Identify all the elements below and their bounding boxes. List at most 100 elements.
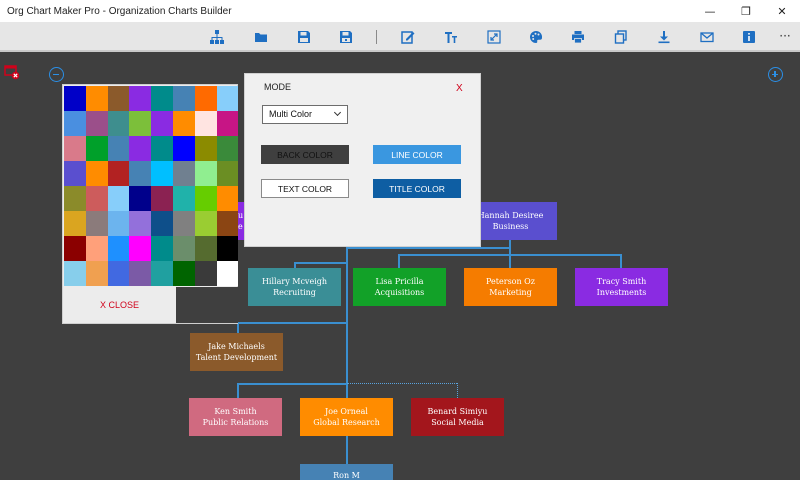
color-swatch[interactable] [64, 211, 86, 236]
save-as-icon[interactable] [336, 27, 356, 47]
node-ken[interactable]: Ken Smith Public Relations [189, 398, 282, 436]
mail-icon[interactable] [697, 27, 717, 47]
color-swatch[interactable] [85, 186, 108, 211]
color-swatch[interactable] [129, 111, 152, 136]
color-swatch[interactable] [172, 186, 195, 211]
color-swatch[interactable] [194, 236, 217, 261]
color-swatch[interactable] [64, 86, 86, 111]
color-swatch[interactable] [194, 136, 217, 161]
color-swatch[interactable] [85, 211, 108, 236]
color-swatch[interactable] [194, 161, 217, 186]
zoom-in-button[interactable] [768, 67, 783, 82]
color-swatch[interactable] [107, 261, 130, 286]
color-swatch[interactable] [172, 136, 195, 161]
open-folder-icon[interactable] [251, 27, 271, 47]
color-swatch[interactable] [129, 261, 152, 286]
node-hillary[interactable]: Hillary Mcveigh Recruiting [248, 268, 341, 306]
color-swatch[interactable] [64, 261, 86, 286]
info-icon[interactable] [739, 27, 759, 47]
color-swatch[interactable] [85, 161, 108, 186]
color-swatch[interactable] [129, 161, 152, 186]
save-icon[interactable] [294, 27, 314, 47]
color-swatch[interactable] [194, 211, 217, 236]
minimize-button[interactable]: — [692, 0, 728, 22]
color-swatch[interactable] [194, 111, 217, 136]
color-swatch[interactable] [172, 161, 195, 186]
color-swatch[interactable] [216, 186, 239, 211]
color-swatch[interactable] [129, 211, 152, 236]
resize-icon[interactable] [484, 27, 504, 47]
back-color-button[interactable]: BACK COLOR [261, 145, 349, 164]
color-swatch[interactable] [107, 186, 130, 211]
color-swatch[interactable] [107, 236, 130, 261]
color-swatch[interactable] [85, 86, 108, 111]
color-swatch[interactable] [107, 161, 130, 186]
color-swatch[interactable] [64, 161, 86, 186]
color-swatch[interactable] [216, 261, 239, 286]
color-swatch[interactable] [64, 136, 86, 161]
text-format-icon[interactable] [441, 27, 461, 47]
color-swatch[interactable] [172, 261, 195, 286]
node-tracy[interactable]: Tracy Smith Investments [575, 268, 668, 306]
color-swatch[interactable] [151, 236, 173, 261]
mode-select[interactable]: Multi Color [262, 105, 348, 124]
restore-button[interactable]: ❐ [728, 0, 764, 22]
color-swatch[interactable] [172, 211, 195, 236]
color-swatch[interactable] [107, 86, 130, 111]
color-swatch[interactable] [85, 136, 108, 161]
node-peterson[interactable]: Peterson Oz Marketing [464, 268, 557, 306]
node-joe[interactable]: Joe Orneal Global Research [300, 398, 393, 436]
close-window-button[interactable]: ✕ [764, 0, 800, 22]
color-swatch[interactable] [151, 136, 173, 161]
color-swatch[interactable] [107, 211, 130, 236]
color-swatch[interactable] [151, 86, 173, 111]
edit-icon[interactable] [398, 27, 418, 47]
color-swatch[interactable] [85, 236, 108, 261]
color-swatch[interactable] [107, 111, 130, 136]
color-swatch[interactable] [172, 111, 195, 136]
picker-close-button[interactable]: X CLOSE [63, 287, 176, 323]
download-icon[interactable] [654, 27, 674, 47]
color-swatch[interactable] [151, 261, 173, 286]
node-partial-bottom[interactable]: Ron M [300, 464, 393, 480]
more-options-button[interactable]: ··· [776, 27, 794, 47]
dialog-close-button[interactable]: X [456, 83, 463, 94]
color-swatch[interactable] [216, 161, 239, 186]
title-color-button[interactable]: TITLE COLOR [373, 179, 461, 198]
color-swatch[interactable] [64, 186, 86, 211]
color-swatch[interactable] [129, 86, 152, 111]
color-swatch[interactable] [85, 261, 108, 286]
color-swatch[interactable] [216, 211, 239, 236]
color-swatch[interactable] [194, 186, 217, 211]
copy-icon[interactable] [611, 27, 631, 47]
color-swatch[interactable] [64, 236, 86, 261]
color-swatch[interactable] [64, 111, 86, 136]
color-swatch[interactable] [151, 186, 173, 211]
color-swatch[interactable] [216, 136, 239, 161]
print-icon[interactable] [568, 27, 588, 47]
color-swatch[interactable] [172, 86, 195, 111]
text-color-button[interactable]: TEXT COLOR [261, 179, 349, 198]
line-color-button[interactable]: LINE COLOR [373, 145, 461, 164]
color-swatch[interactable] [172, 236, 195, 261]
color-swatch[interactable] [129, 136, 152, 161]
color-swatch[interactable] [216, 86, 239, 111]
delete-chart-icon[interactable] [4, 64, 20, 80]
color-swatch[interactable] [151, 111, 173, 136]
node-lisa[interactable]: Lisa Pricilla Acquisitions [353, 268, 446, 306]
color-swatch[interactable] [151, 161, 173, 186]
node-jake[interactable]: Jake Michaels Talent Development [190, 333, 283, 371]
color-swatch[interactable] [194, 261, 217, 286]
color-swatch[interactable] [85, 111, 108, 136]
palette-icon[interactable] [526, 27, 546, 47]
color-swatch[interactable] [216, 111, 239, 136]
color-swatch[interactable] [129, 186, 152, 211]
node-benard[interactable]: Benard Simiyu Social Media [411, 398, 504, 436]
color-swatch[interactable] [194, 86, 217, 111]
color-swatch[interactable] [107, 136, 130, 161]
color-swatch[interactable] [129, 236, 152, 261]
color-swatch[interactable] [151, 211, 173, 236]
zoom-out-button[interactable] [49, 67, 64, 82]
org-chart-icon[interactable] [207, 27, 227, 47]
color-swatch[interactable] [216, 236, 239, 261]
